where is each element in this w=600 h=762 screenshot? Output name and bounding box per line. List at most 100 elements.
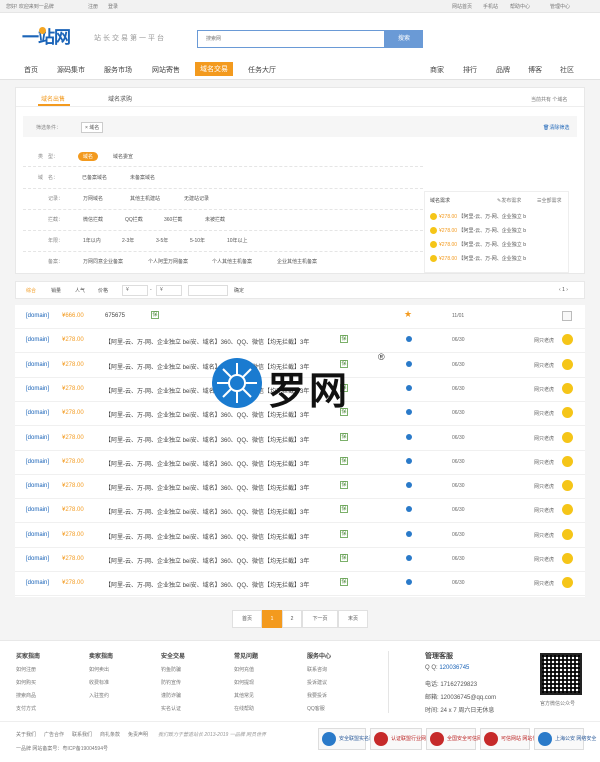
topbar-link-admin[interactable]: 管理中心 (550, 3, 570, 10)
footer-link[interactable]: 其他常见 (234, 692, 254, 699)
demand-item[interactable]: ¥278.00 【阿里-云、万-网、企业独立 b (430, 241, 526, 249)
tab-domain-sell[interactable]: 域名出售 (41, 94, 65, 103)
footer-link[interactable]: 如何充值 (234, 666, 254, 673)
nav-source-market[interactable]: 源码集市 (57, 65, 85, 75)
table-row[interactable]: [domain] ¥278.00 【阿里-云、万-网、企业独立 bei安、域名】36… (15, 475, 585, 500)
seller-name[interactable]: 网只老虎 (534, 459, 554, 466)
topbar-link-mobile[interactable]: 手机站 (483, 3, 498, 10)
filter-beian-opt[interactable]: 万网同意企业备案 (83, 258, 123, 265)
footer-bottom-link[interactable]: 关于我们 (16, 731, 36, 738)
footer-link[interactable]: 如何卖出 (89, 666, 109, 673)
seller-name[interactable]: 网只老虎 (534, 532, 554, 539)
search-button[interactable]: 搜索 (385, 30, 423, 48)
description[interactable]: 【阿里-云、万-网、企业独立 bei安、域名】360、QQ、微信【均无拦截】3年 (105, 556, 309, 565)
filter-beian-opt[interactable]: 个人其他主机备案 (212, 258, 252, 265)
tab-domain-buy[interactable]: 域名求购 (108, 94, 132, 103)
footer-link[interactable]: 我要投诉 (307, 692, 327, 699)
filter-domain-unrecorded[interactable]: 未备案域名 (130, 174, 155, 181)
nav-site-consign[interactable]: 网站寄售 (152, 65, 180, 75)
domain-link[interactable]: [domain] (26, 435, 49, 441)
filter-age-opt[interactable]: 5-10年 (190, 237, 205, 244)
description[interactable]: 【阿里-云、万-网、企业独立 bei安、域名】360、QQ、微信【均无拦截】3年 (105, 532, 309, 541)
footer-link[interactable]: 搜索商品 (16, 692, 36, 699)
filter-block-opt[interactable]: 360拦截 (164, 216, 182, 223)
page-next[interactable]: 下一页 (302, 610, 338, 628)
table-row[interactable]: [domain] ¥278.00 【阿里-云、万-网、企业独立 bei安、域名】36… (15, 572, 585, 597)
page-first[interactable]: 首页 (232, 610, 262, 628)
description[interactable]: 【阿里-云、万-网、企业独立 bei安、域名】360、QQ、微信【均无拦截】3年 (105, 507, 309, 516)
trust-badge[interactable]: 安全联盟实名验证 (318, 728, 379, 750)
seller-name[interactable]: 网只老虎 (534, 580, 554, 587)
filter-age-opt[interactable]: 3-5年 (156, 237, 168, 244)
nav-community[interactable]: 社区 (560, 65, 574, 75)
domain-link[interactable]: [domain] (26, 556, 49, 562)
domain-link[interactable]: [domain] (26, 410, 49, 416)
filter-type-domain[interactable]: 域名 (78, 152, 99, 161)
price-confirm-button[interactable]: 确定 (234, 287, 244, 294)
footer-link[interactable]: 谨防诈骗 (161, 692, 181, 699)
footer-link[interactable]: 如何提现 (234, 679, 254, 686)
filter-type-consign[interactable]: 域名委宣 (113, 153, 133, 160)
demand-item[interactable]: ¥278.00 【阿里-云、万-网、企业独立 b (430, 213, 526, 221)
description[interactable]: 【阿里-云、万-网、企业独立 bei安、域名】360、QQ、微信【均无拦截】3年 (105, 459, 309, 468)
sort-sales[interactable]: 销量 (51, 287, 61, 294)
footer-link[interactable]: 联系咨询 (307, 666, 327, 673)
trust-badge[interactable]: 可信网站 网站信用 (480, 728, 542, 750)
table-row[interactable]: [domain] ¥278.00 【阿里-云、万-网、企业独立 bei安、域名】36… (15, 427, 585, 451)
filter-age-opt[interactable]: 1年以内 (83, 237, 101, 244)
seller-name[interactable]: 网只老虎 (534, 435, 554, 442)
footer-link[interactable]: QQ客服 (307, 705, 325, 712)
footer-link[interactable]: 实名认证 (161, 705, 181, 712)
footer-bottom-link[interactable]: 免责声明 (128, 731, 148, 738)
seller-name[interactable]: 网只老虎 (534, 483, 554, 490)
seller-name[interactable]: 网只老虎 (534, 337, 554, 344)
domain-link[interactable]: [domain] (26, 362, 49, 368)
sort-price[interactable]: 价格 (98, 287, 108, 294)
description[interactable]: 【阿里-云、万-网、企业独立 bei安、域名】360、QQ、微信【均无拦截】3年 (105, 337, 309, 346)
condition-tag[interactable]: × 域名 (81, 122, 104, 133)
nav-domain-trade[interactable]: 域名交易 (195, 62, 233, 76)
footer-link[interactable]: 投诉建议 (307, 679, 327, 686)
topbar-link-help[interactable]: 帮助中心 (510, 3, 530, 10)
footer-link[interactable]: 入驻签约 (89, 692, 109, 699)
nav-merchants[interactable]: 商家 (430, 65, 444, 75)
trust-badge[interactable]: 全国安全可信网站 (426, 728, 487, 750)
seller-name[interactable]: 网只老虎 (534, 362, 554, 369)
description[interactable]: 【阿里-云、万-网、企业独立 bei安、域名】360、QQ、微信【均无拦截】3年 (105, 435, 309, 444)
nav-task-hall[interactable]: 任务大厅 (248, 65, 276, 75)
price-from-input[interactable]: ¥ (122, 285, 148, 296)
page-1[interactable]: 1 (262, 610, 282, 628)
sort-popularity[interactable]: 人气 (75, 287, 85, 294)
description[interactable]: 【阿里-云、万-网、企业独立 bei安、域名】360、QQ、微信【均无拦截】3年 (105, 580, 309, 589)
login-link[interactable]: 登录 (108, 3, 118, 10)
table-row[interactable]: [domain] ¥666.00 675675 保 ★ 11/01 (15, 305, 585, 329)
seller-name[interactable]: 网只老虎 (534, 386, 554, 393)
all-demand-link[interactable]: ☰全部需求 (537, 197, 562, 204)
footer-link[interactable]: 在线帮助 (234, 705, 254, 712)
footer-link[interactable]: 钓鱼防骗 (161, 666, 181, 673)
nav-service-market[interactable]: 服务市场 (104, 65, 132, 75)
search-input[interactable] (197, 30, 385, 48)
page-2[interactable]: 2 (282, 610, 302, 628)
filter-block-opt[interactable]: QQ拦截 (125, 216, 143, 223)
nav-home[interactable]: 首页 (24, 65, 38, 75)
domain-link[interactable]: [domain] (26, 507, 49, 513)
filter-beian-opt[interactable]: 企业其他主机备案 (277, 258, 317, 265)
footer-link[interactable]: 防钓宣传 (161, 679, 181, 686)
filter-record-opt[interactable]: 无建站记录 (184, 195, 209, 202)
footer-link[interactable]: 如何注册 (16, 666, 36, 673)
domain-link[interactable]: [domain] (26, 532, 49, 538)
description[interactable]: 675675 (105, 313, 125, 319)
register-link[interactable]: 注册 (88, 3, 98, 10)
seller-name[interactable]: 网只老虎 (534, 410, 554, 417)
price-to-input[interactable]: ¥ (156, 285, 182, 296)
footer-bottom-link[interactable]: 广告合作 (44, 731, 64, 738)
filter-age-opt[interactable]: 2-3年 (122, 237, 134, 244)
filter-block-opt[interactable]: 微信拦截 (83, 216, 103, 223)
nav-brand[interactable]: 品牌 (496, 65, 510, 75)
mini-pager[interactable]: ‹ 1 › (559, 287, 568, 293)
footer-bottom-link[interactable]: 商礼条款 (100, 731, 120, 738)
filter-beian-opt[interactable]: 个人阿里万网备案 (148, 258, 188, 265)
domain-link[interactable]: [domain] (26, 337, 49, 343)
nav-blog[interactable]: 博客 (528, 65, 542, 75)
